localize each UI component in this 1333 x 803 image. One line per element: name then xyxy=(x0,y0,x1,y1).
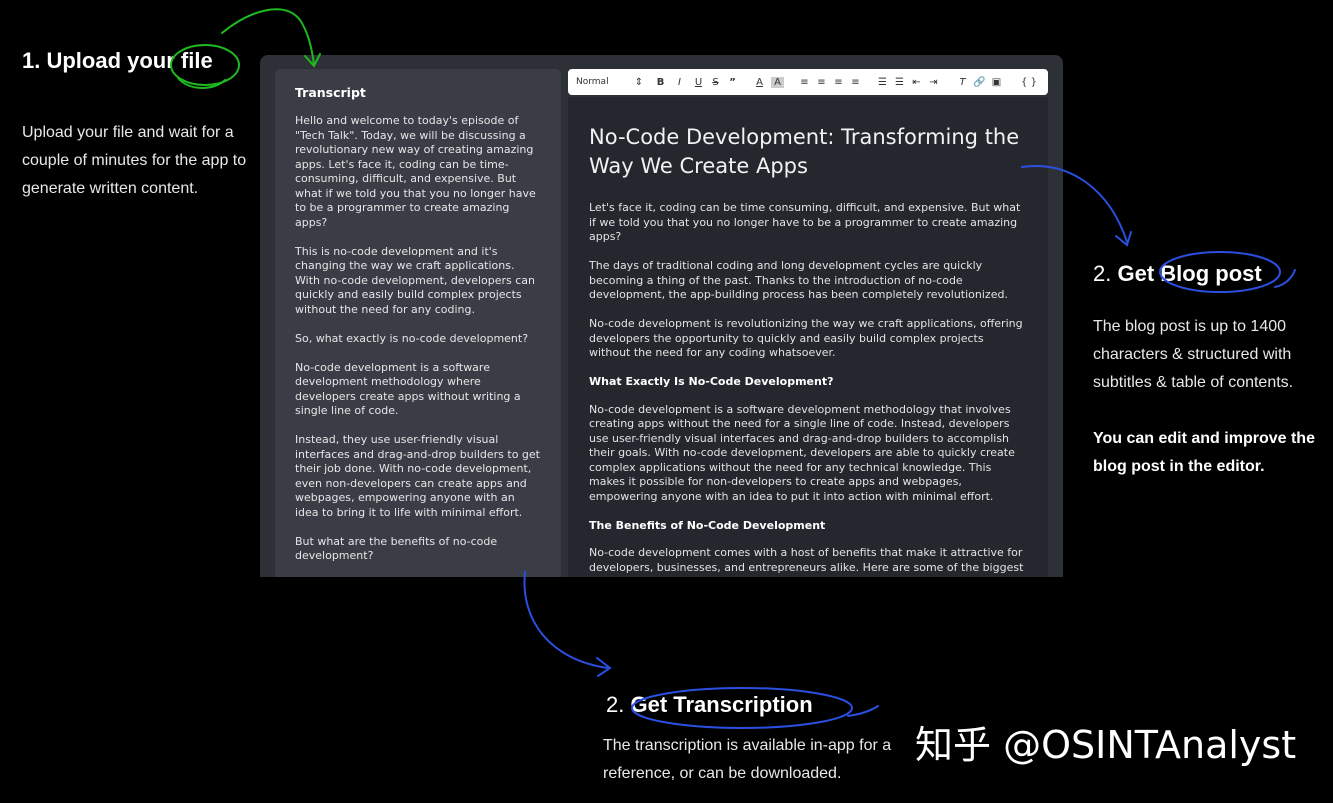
blue-annotations xyxy=(523,165,1296,729)
green-annotations xyxy=(170,8,321,89)
arrow-curve-icon xyxy=(1021,165,1128,243)
annotation-ink xyxy=(170,8,1296,729)
arrow-curve-icon xyxy=(523,571,609,669)
circle-highlight xyxy=(170,44,240,86)
circle-highlight xyxy=(631,687,853,729)
circle-highlight xyxy=(1159,251,1281,293)
